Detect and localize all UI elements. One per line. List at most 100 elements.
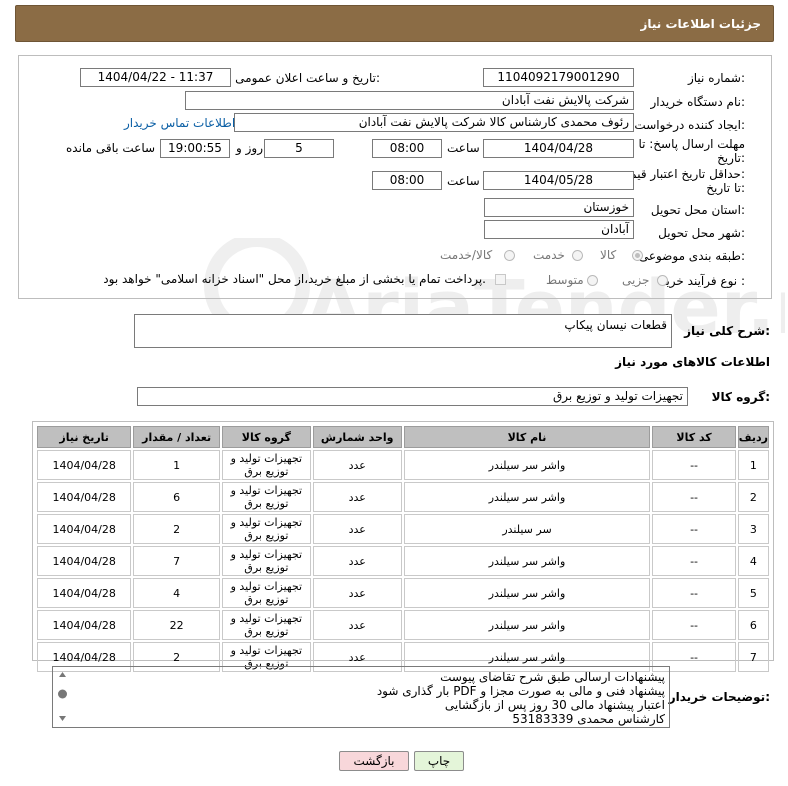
back-button[interactable]: بازگشت [339,751,409,771]
quantity-cell: 4 [133,578,220,608]
buyer-org-field[interactable]: شرکت پالایش نفت آبادان [185,91,634,110]
buyer-notes-line: پیشنهاد فنی و مالی به صورت مجزا و PDF با… [376,684,665,698]
days-remaining-field[interactable]: 5 [264,139,334,158]
province-label: استان محل تحویل: [650,203,745,217]
item-name-cell: واشر سر سیلندر [403,482,651,512]
item-code-cell: -- [652,450,736,480]
city-field[interactable]: آبادان [484,220,634,239]
buyer-notes-line: اعتبار پیشنهاد مالی 30 روز پس از بازگشای… [444,698,665,712]
notes-scrollbar[interactable] [56,670,69,724]
need-date-cell: 1404/04/28 [37,514,132,544]
deadline-time-label: ساعت [447,141,480,155]
category-radio-service[interactable] [572,250,583,261]
announce-datetime-field[interactable]: 1404/04/22 - 11:37 [80,68,231,87]
quantity-cell: 22 [133,610,220,640]
need-date-cell: 1404/04/28 [37,578,132,608]
goods-table: ردیف کد کالا نام کالا واحد شمارش گروه کا… [35,424,771,674]
goods-table-header: ردیف کد کالا نام کالا واحد شمارش گروه کا… [37,426,769,448]
unit-cell: عدد [312,578,402,608]
category-radio-goods-service[interactable] [504,250,515,261]
row-number-cell: 1 [737,450,769,480]
remaining-time-field[interactable]: 19:00:55 [160,139,230,158]
col-need-date[interactable]: تاریخ نیاز [37,426,132,448]
unit-cell: عدد [312,450,402,480]
goods-section-title: اطلاعات کالاهای مورد نیاز [615,355,770,369]
creator-field[interactable]: رئوف محمدی کارشناس کالا شرکت پالایش نفت … [234,113,634,132]
item-code-cell: -- [652,610,736,640]
process-option-medium: متوسط [546,273,584,287]
province-field[interactable]: خوزستان [484,198,634,217]
deadline-time-field[interactable]: 08:00 [372,139,442,158]
item-name-cell: واشر سر سیلندر [403,546,651,576]
group-cell: تجهیزات تولید و توزیع برق [221,514,311,544]
category-label: طبقه بندی موضوعی: [638,249,745,263]
group-cell: تجهیزات تولید و توزیع برق [221,450,311,480]
group-cell: تجهیزات تولید و توزیع برق [221,578,311,608]
group-cell: تجهیزات تولید و توزیع برق [221,546,311,576]
col-row-number[interactable]: ردیف [737,426,769,448]
goods-table-container: ردیف کد کالا نام کالا واحد شمارش گروه کا… [32,421,774,672]
table-row: 6 -- واشر سر سیلندر عدد تجهیزات تولید و … [37,610,769,640]
validity-date-field[interactable]: 1404/05/28 [483,171,634,190]
table-row: 2 -- واشر سر سیلندر عدد تجهیزات تولید و … [37,482,769,512]
group-cell: تجهیزات تولید و توزیع برق [221,610,311,640]
table-row: 3 -- سر سیلندر عدد تجهیزات تولید و توزیع… [37,514,769,544]
col-item-name[interactable]: نام کالا [403,426,651,448]
treasury-payment-note: پرداخت تمام یا بخشی از مبلغ خرید،از محل … [103,272,486,286]
item-name-cell: سر سیلندر [403,514,651,544]
row-number-cell: 7 [737,642,769,672]
unit-cell: عدد [312,610,402,640]
need-date-cell: 1404/04/28 [37,610,132,640]
col-unit[interactable]: واحد شمارش [312,426,402,448]
item-code-cell: -- [652,514,736,544]
validity-label-date: تا تاریخ: [706,181,745,195]
item-name-cell: واشر سر سیلندر [403,450,651,480]
col-item-code[interactable]: کد کالا [652,426,736,448]
table-row: 1 -- واشر سر سیلندر عدد تجهیزات تولید و … [37,450,769,480]
remaining-time-label: ساعت باقی مانده [66,141,156,155]
quantity-cell: 2 [133,514,220,544]
need-date-cell: 1404/04/28 [37,482,132,512]
buyer-org-label: نام دستگاه خریدار: [650,95,746,109]
item-code-cell: -- [652,578,736,608]
city-label: شهر محل تحویل: [658,226,745,240]
scroll-down-icon [59,716,66,721]
goods-group-field[interactable]: تجهیزات تولید و توزیع برق [137,387,688,406]
announce-datetime-label: تاریخ و ساعت اعلان عمومی: [235,71,380,85]
process-radio-medium[interactable] [587,275,598,286]
buyer-contact-link[interactable]: اطلاعات تماس خریدار [124,116,235,130]
col-group[interactable]: گروه کالا [221,426,311,448]
scroll-thumb-icon [58,689,67,699]
summary-field[interactable]: قطعات نیسان پیکاپ [134,314,672,348]
quantity-cell: 6 [133,482,220,512]
print-button[interactable]: چاپ [414,751,464,771]
buyer-notes-field[interactable]: پیشنهادات ارسالی طبق شرح تقاضای پیوست پی… [52,666,670,728]
page-title: جزئیات اطلاعات نیاز [640,17,761,31]
item-name-cell: واشر سر سیلندر [403,610,651,640]
process-radio-minor[interactable] [657,275,668,286]
days-label: روز و [236,141,263,155]
need-number-field[interactable]: 1104092179001290 [483,68,634,87]
validity-label: حداقل تاریخ اعتبار قیمت: [618,167,745,181]
row-number-cell: 4 [737,546,769,576]
row-number-cell: 5 [737,578,769,608]
buyer-notes-text: پیشنهادات ارسالی طبق شرح تقاضای پیوست پی… [377,670,665,726]
table-row: 4 -- واشر سر سیلندر عدد تجهیزات تولید و … [37,546,769,576]
category-radio-goods[interactable] [632,250,643,261]
scroll-up-icon [59,672,66,677]
quantity-cell: 7 [133,546,220,576]
deadline-label: مهلت ارسال پاسخ: تا [638,137,745,151]
col-quantity[interactable]: تعداد / مقدار [133,426,220,448]
process-option-minor: جزیی [622,273,650,287]
quantity-cell: 1 [133,450,220,480]
buyer-notes-line: کارشناس محمدی 53183339 [512,712,665,726]
buyer-notes-label: توضیحات خریدار: [668,690,770,704]
row-number-cell: 2 [737,482,769,512]
buyer-notes-line: پیشنهادات ارسالی طبق شرح تقاضای پیوست [440,670,665,684]
category-option-goods: کالا [600,248,617,262]
deadline-date-field[interactable]: 1404/04/28 [483,139,634,158]
treasury-payment-checkbox[interactable] [495,274,506,285]
page-header: جزئیات اطلاعات نیاز [15,5,774,42]
item-name-cell: واشر سر سیلندر [403,578,651,608]
validity-time-field[interactable]: 08:00 [372,171,442,190]
